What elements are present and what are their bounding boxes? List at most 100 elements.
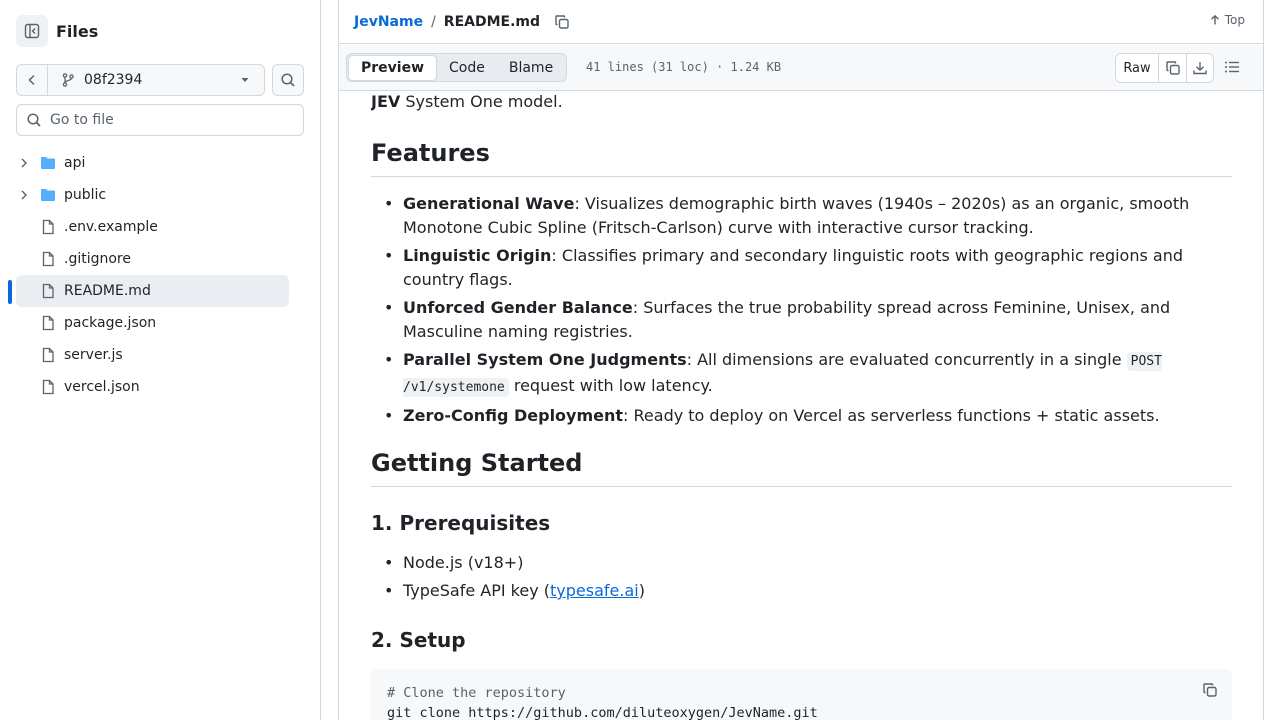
tree-item-vercel-json[interactable]: vercel.json <box>16 371 289 403</box>
tree-item-label: vercel.json <box>64 379 140 395</box>
download-icon <box>1193 62 1207 75</box>
file-icon <box>42 283 54 299</box>
file-icon <box>42 219 54 235</box>
breadcrumb-separator: / <box>431 13 436 30</box>
tree-item-label: package.json <box>64 315 157 331</box>
back-button[interactable] <box>16 64 48 96</box>
file-icon <box>42 347 54 363</box>
copy-raw-button[interactable] <box>1159 54 1186 82</box>
selected-indicator <box>8 280 12 304</box>
search-icon <box>27 113 41 127</box>
prereq-key-text: TypeSafe API key ( <box>403 581 551 600</box>
list-item: Generational Wave: Visualizes demographi… <box>371 192 1232 240</box>
file-tree: api public .env.example .gitignore READM… <box>16 147 289 403</box>
sidebar-collapse-icon <box>24 23 40 39</box>
tree-item-server-js[interactable]: server.js <box>16 339 289 371</box>
branch-controls: 08f2394 <box>16 64 304 96</box>
file-icon <box>42 315 54 331</box>
getting-started-heading: Getting Started <box>371 448 1232 487</box>
download-button[interactable] <box>1186 54 1213 82</box>
chevron-right-icon[interactable] <box>18 189 30 201</box>
arrow-up-icon <box>1210 14 1219 25</box>
intro-text: System One model. <box>400 92 563 111</box>
tree-item-label: public <box>64 187 107 203</box>
list-unordered-icon <box>1225 61 1239 73</box>
top-link[interactable]: Top <box>1209 13 1245 27</box>
features-heading: Features <box>371 138 1232 177</box>
prereq-key-close: ) <box>638 581 645 600</box>
tab-blame[interactable]: Blame <box>497 55 565 81</box>
caret-down-icon <box>241 78 249 82</box>
file-toolbar: Preview Code Blame 41 lines (31 loc) · 1… <box>339 45 1263 91</box>
tab-preview[interactable]: Preview <box>348 54 438 81</box>
feature-desc: request with low latency. <box>508 376 713 395</box>
list-item: Node.js (v18+) <box>371 551 1232 575</box>
chevron-left-icon <box>28 74 35 86</box>
prereq-node: Node.js (v18+) <box>403 553 524 572</box>
view-mode-tabs: Preview Code Blame <box>346 53 568 82</box>
git-branch-icon <box>62 73 74 87</box>
sidebar-title: Files <box>56 21 99 41</box>
tree-item-public[interactable]: public <box>16 179 289 211</box>
collapse-sidebar-button[interactable] <box>16 15 48 47</box>
typesafe-link[interactable]: typesafe.ai <box>550 581 639 600</box>
file-viewer: JevName / README.md Top Preview Code Bla… <box>338 0 1264 720</box>
branch-selector[interactable]: 08f2394 <box>48 64 265 96</box>
code-block: # Clone the repository git clone https:/… <box>371 669 1232 720</box>
feature-name: Unforced Gender Balance <box>403 298 633 317</box>
breadcrumb-file-name: README.md <box>443 13 541 30</box>
feature-name: Linguistic Origin <box>403 246 552 265</box>
copy-icon[interactable] <box>1202 682 1218 698</box>
tree-item-label: .gitignore <box>64 251 131 267</box>
markdown-body: JEV System One model. Features Generatio… <box>371 91 1232 720</box>
tree-item-api[interactable]: api <box>16 147 289 179</box>
list-item: Parallel System One Judgments: All dimen… <box>371 348 1232 400</box>
top-label: Top <box>1224 13 1245 27</box>
raw-button[interactable]: Raw <box>1116 54 1159 82</box>
file-meta: 41 lines (31 loc) · 1.24 KB <box>586 60 782 74</box>
prerequisites-list: Node.js (v18+) TypeSafe API key (typesaf… <box>371 551 1232 607</box>
search-files-button[interactable] <box>272 64 304 96</box>
tree-item-env-example[interactable]: .env.example <box>16 211 289 243</box>
breadcrumb-repo-link[interactable]: JevName <box>354 14 423 30</box>
breadcrumb: JevName / README.md Top <box>339 0 1263 44</box>
tree-item-readme[interactable]: README.md <box>16 275 289 307</box>
outline-button[interactable] <box>1223 58 1241 76</box>
tree-item-label: api <box>64 155 86 171</box>
go-to-file-input[interactable] <box>50 112 290 128</box>
folder-icon <box>41 189 55 201</box>
tree-item-gitignore[interactable]: .gitignore <box>16 243 289 275</box>
branch-name: 08f2394 <box>84 72 143 88</box>
feature-name: Zero-Config Deployment <box>403 406 624 425</box>
tree-item-label: .env.example <box>64 219 158 235</box>
tree-item-label: README.md <box>64 283 151 299</box>
tab-code[interactable]: Code <box>437 55 497 81</box>
feature-desc: : Ready to deploy on Vercel as serverles… <box>623 406 1160 425</box>
feature-name: Generational Wave <box>403 194 575 213</box>
tree-item-package-json[interactable]: package.json <box>16 307 289 339</box>
tree-item-label: server.js <box>64 347 123 363</box>
features-list: Generational Wave: Visualizes demographi… <box>371 192 1232 432</box>
search-icon <box>281 73 295 87</box>
folder-icon <box>41 157 55 169</box>
copy-icon[interactable] <box>554 14 570 30</box>
sidebar-header: Files <box>16 15 98 47</box>
file-actions: Raw <box>1115 53 1214 83</box>
list-item: Linguistic Origin: Classifies primary an… <box>371 244 1232 292</box>
chevron-right-icon[interactable] <box>18 157 30 169</box>
copy-icon <box>1165 61 1180 75</box>
feature-desc: : All dimensions are evaluated concurren… <box>686 350 1127 369</box>
file-icon <box>42 251 54 267</box>
list-item: Unforced Gender Balance: Surfaces the tr… <box>371 296 1232 344</box>
setup-heading: 2. Setup <box>371 628 466 652</box>
file-icon <box>42 379 54 395</box>
list-item: Zero-Config Deployment: Ready to deploy … <box>371 404 1232 428</box>
list-item: TypeSafe API key (typesafe.ai) <box>371 579 1232 603</box>
intro-bold: JEV <box>371 92 401 111</box>
intro-paragraph: JEV System One model. <box>371 93 563 111</box>
code-line: git clone https://github.com/diluteoxyge… <box>387 705 818 720</box>
go-to-file-box[interactable] <box>16 104 304 136</box>
file-tree-sidebar: Files 08f2394 api public <box>0 0 321 720</box>
feature-name: Parallel System One Judgments <box>403 350 687 369</box>
prerequisites-heading: 1. Prerequisites <box>371 511 551 535</box>
